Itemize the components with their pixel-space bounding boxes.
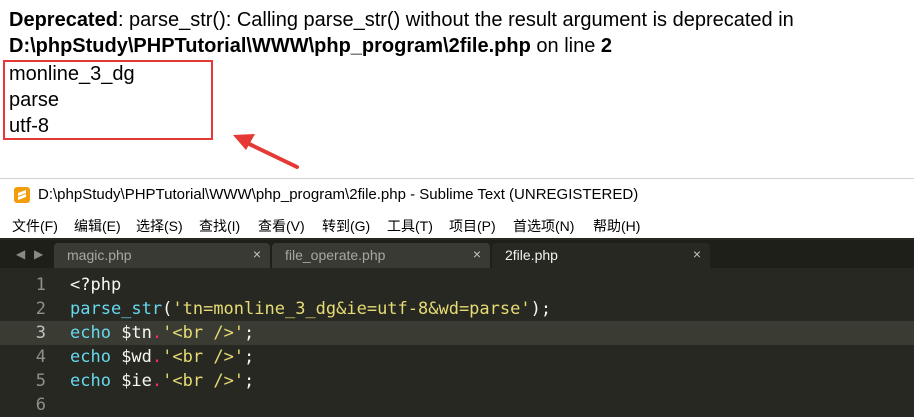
line-number: 1 [35,275,46,295]
code-line-current: 3 echo $tn.'<br />'; [0,321,914,345]
tab-label: file_operate.php [285,247,386,263]
annotation-arrow-icon [233,134,299,169]
menu-project[interactable]: 项目(P) [449,216,496,236]
menu-tools[interactable]: 工具(T) [387,216,433,236]
variable: $tn [110,323,152,343]
php-deprecation-notice: Deprecated: parse_str(): Calling parse_s… [9,7,909,59]
sublime-text-window: D:\phpStudy\PHPTutorial\WWW\php_program\… [0,178,914,417]
echo-keyword: echo [70,347,111,367]
string-literal: '<br />' [162,323,245,343]
window-titlebar: D:\phpStudy\PHPTutorial\WWW\php_program\… [0,178,914,212]
menu-view[interactable]: 查看(V) [258,216,305,236]
notice-file-path: D:\phpStudy\PHPTutorial\WWW\php_program\… [9,35,531,57]
tab-2file-php[interactable]: 2file.php × [492,243,710,268]
output-line: parse [9,89,60,111]
paren: ); [530,299,552,319]
tab-scroll-left-icon[interactable]: ◀ [16,247,25,261]
notice-line-number: 2 [600,35,613,57]
tab-bar: ◀ ▶ magic.php × file_operate.php × 2file… [0,240,914,268]
string-literal: 'tn=monline_3_dg&ie=utf-8&wd=parse' [172,299,531,319]
code-line: 5 echo $ie.'<br />'; [0,369,914,393]
menu-find[interactable]: 查找(I) [199,216,240,236]
tab-label: 2file.php [505,247,558,263]
php-open-tag: <?php [70,275,122,295]
menu-bar: 文件(F) 编辑(E) 选择(S) 查找(I) 查看(V) 转到(G) 工具(T… [0,212,914,238]
echo-keyword: echo [70,371,111,391]
window-title: D:\phpStudy\PHPTutorial\WWW\php_program\… [38,186,639,203]
output-line: monline_3_dg [9,63,135,85]
menu-help[interactable]: 帮助(H) [593,216,640,236]
concat-operator: . [151,371,163,391]
menu-file[interactable]: 文件(F) [12,216,58,236]
echo-keyword: echo [70,323,111,343]
code-line: 6 [0,393,914,417]
semicolon: ; [244,371,255,391]
semicolon: ; [244,323,255,343]
code-line: 2 parse_str('tn=monline_3_dg&ie=utf-8&wd… [0,297,914,321]
string-literal: '<br />' [162,347,245,367]
line-number: 4 [35,347,46,367]
variable: $ie [110,371,152,391]
tab-close-icon[interactable]: × [693,246,701,262]
line-number: 5 [35,371,46,391]
menu-selection[interactable]: 选择(S) [136,216,183,236]
notice-message: : parse_str(): Calling parse_str() witho… [117,9,794,31]
line-code: <?php [70,275,121,295]
menu-preferences[interactable]: 首选项(N) [513,216,574,236]
paren: ( [162,299,173,319]
menu-edit[interactable]: 编辑(E) [74,216,121,236]
menu-goto[interactable]: 转到(G) [322,216,370,236]
line-number: 6 [35,395,46,415]
sublime-text-logo-icon [14,187,30,203]
tab-scroll-right-icon[interactable]: ▶ [34,247,43,261]
concat-operator: . [151,323,163,343]
tab-file-operate-php[interactable]: file_operate.php × [272,243,490,268]
script-output: monline_3_dg parse utf-8 [9,61,135,139]
line-code: echo $tn.'<br />'; [70,323,254,343]
string-literal: '<br />' [162,371,245,391]
notice-on-line: on line [530,35,601,57]
function-name: parse_str [70,299,163,319]
line-code: echo $ie.'<br />'; [70,371,254,391]
notice-level: Deprecated [9,9,118,31]
line-number: 3 [35,323,46,343]
tab-close-icon[interactable]: × [473,246,481,262]
code-line: 4 echo $wd.'<br />'; [0,345,914,369]
code-editor[interactable]: 1 <?php 2 parse_str('tn=monline_3_dg&ie=… [0,269,914,417]
line-code: parse_str('tn=monline_3_dg&ie=utf-8&wd=p… [70,299,551,319]
tab-magic-php[interactable]: magic.php × [54,243,270,268]
concat-operator: . [151,347,163,367]
tab-label: magic.php [67,247,132,263]
tab-close-icon[interactable]: × [253,246,261,262]
line-number: 2 [35,299,46,319]
line-code: echo $wd.'<br />'; [70,347,254,367]
semicolon: ; [244,347,255,367]
output-line: utf-8 [9,115,50,137]
variable: $wd [110,347,152,367]
code-line: 1 <?php [0,273,914,297]
